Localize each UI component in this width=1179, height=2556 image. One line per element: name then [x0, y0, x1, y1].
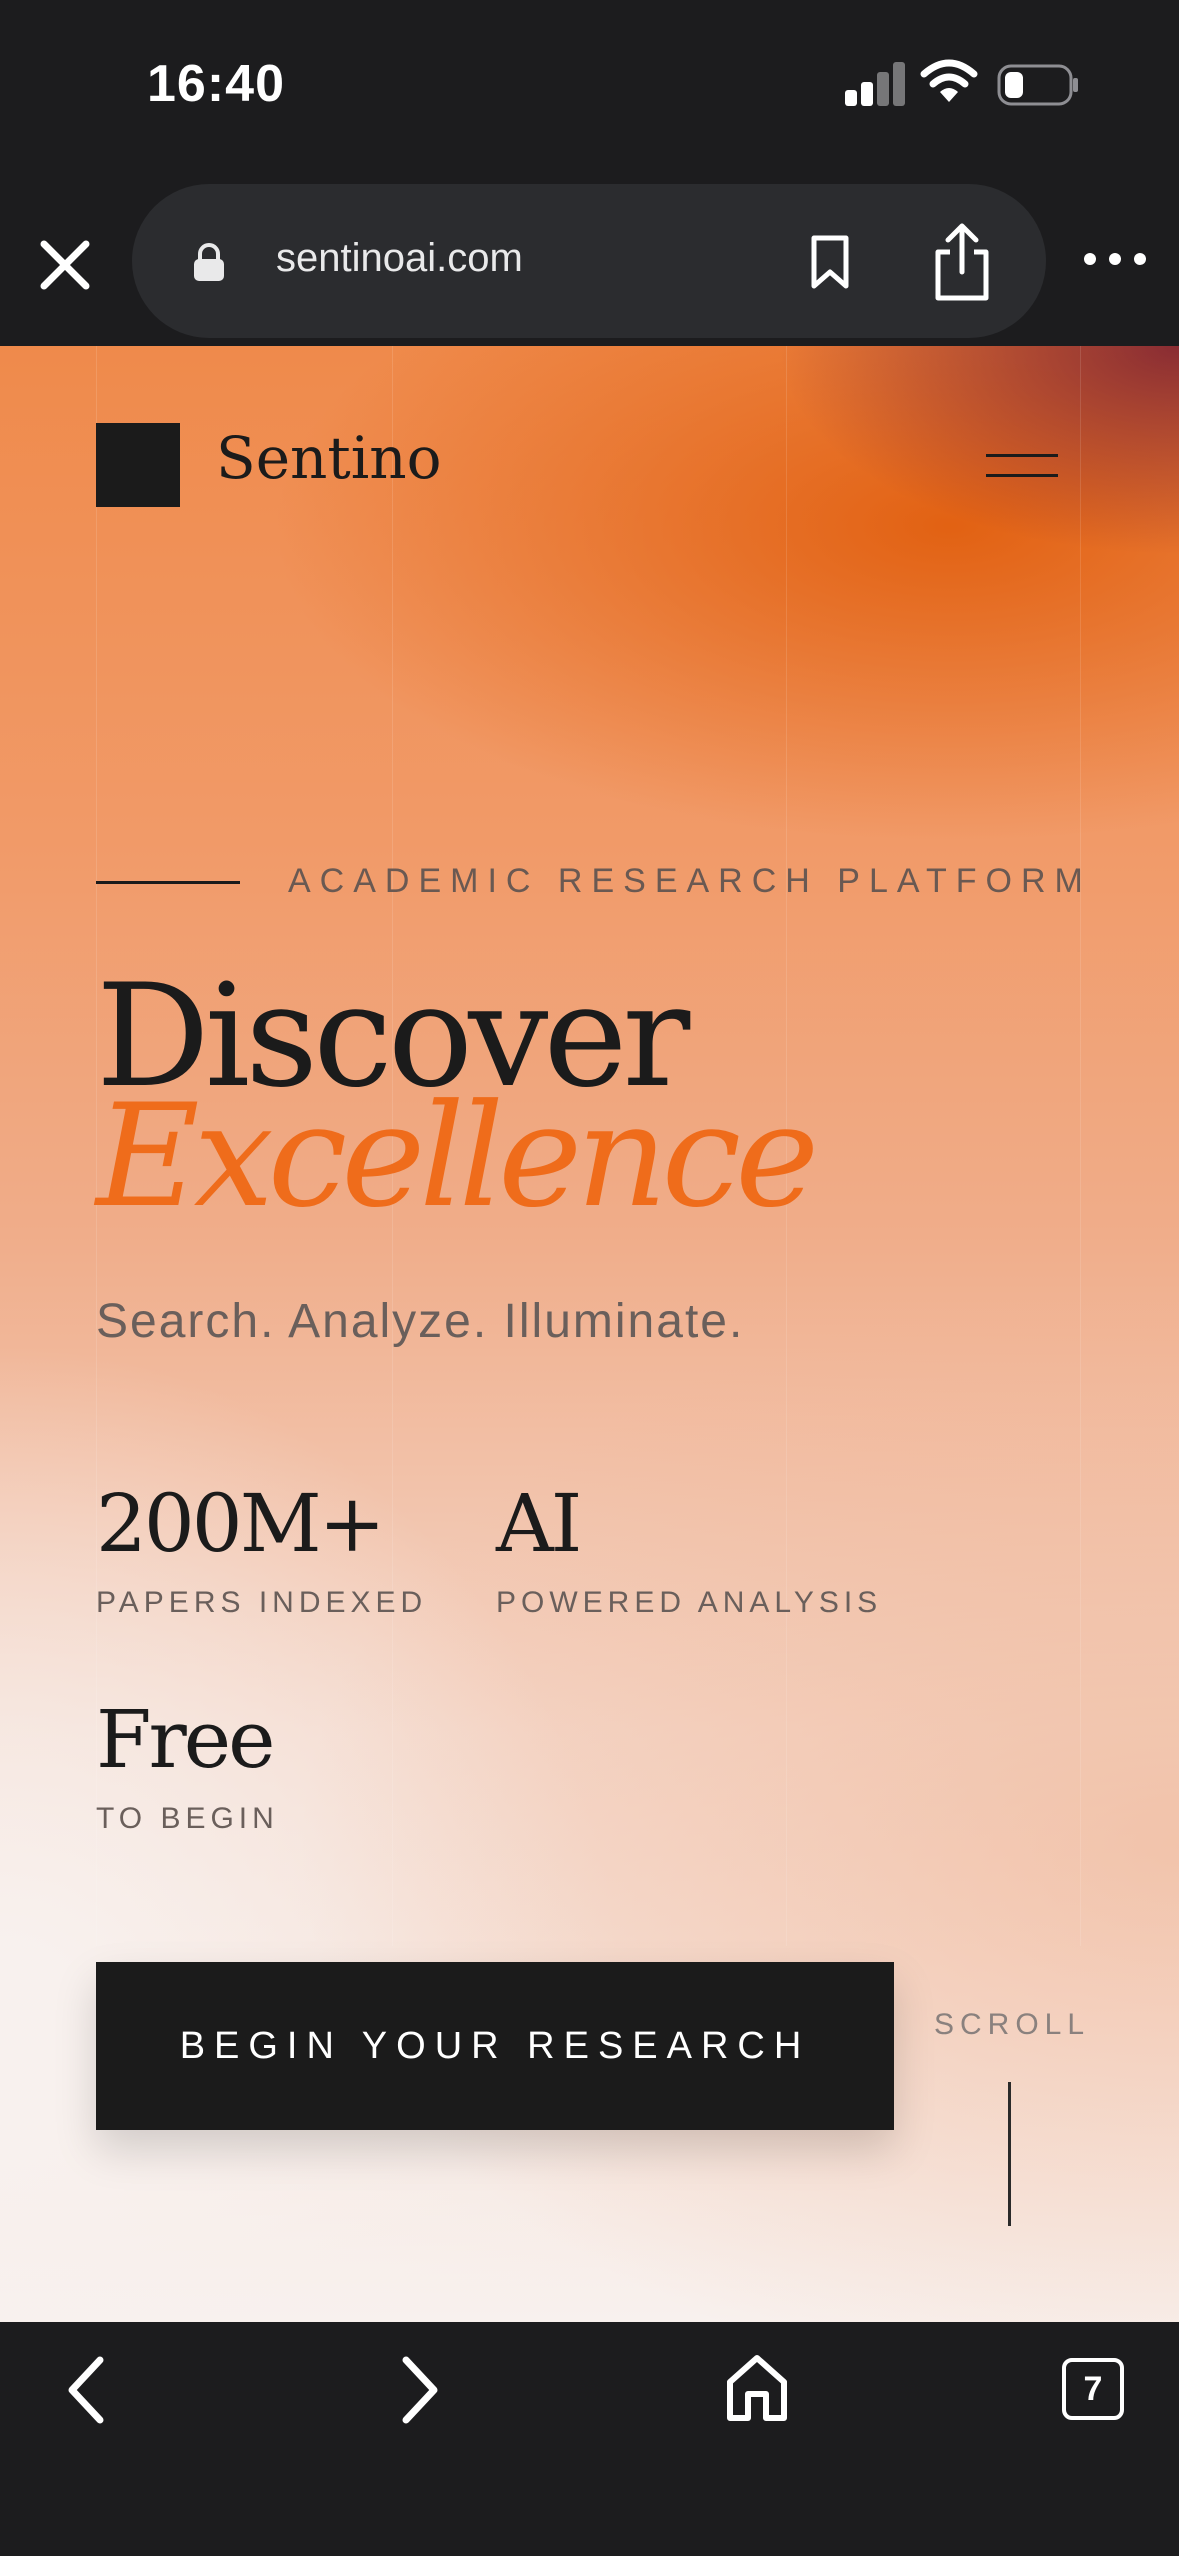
headline-line-2: Excellence	[96, 1074, 819, 1239]
hamburger-menu-icon[interactable]	[986, 450, 1058, 480]
brand-name[interactable]: Sentino	[216, 424, 442, 492]
lock-icon	[194, 243, 224, 281]
back-arrow-icon[interactable]	[56, 2350, 116, 2430]
stat-value-ai: AI	[496, 1477, 582, 1570]
close-icon[interactable]	[30, 230, 100, 300]
address-bar[interactable]	[132, 184, 1046, 338]
wifi-icon	[920, 59, 978, 102]
begin-research-button[interactable]: BEGIN YOUR RESEARCH	[96, 1962, 894, 2130]
stat-label-ai: POWERED ANALYSIS	[496, 1586, 883, 1619]
bottom-toolbar	[0, 2322, 1179, 2556]
scroll-label: SCROLL	[934, 2008, 1091, 2041]
logo-mark[interactable]	[96, 423, 180, 507]
grid-line	[1080, 346, 1081, 1946]
forward-arrow-icon[interactable]	[390, 2350, 450, 2430]
more-icon[interactable]	[1080, 244, 1150, 274]
bookmark-icon[interactable]	[806, 234, 854, 290]
eyebrow-divider	[96, 881, 240, 884]
stat-value-papers: 200M+	[96, 1477, 386, 1570]
share-icon[interactable]	[930, 222, 994, 302]
web-page: Sentino ACADEMIC RESEARCH PLATFORM Disco…	[0, 346, 1179, 2322]
tab-switcher-button[interactable]: 7	[1062, 2358, 1124, 2420]
status-time: 16:40	[147, 55, 285, 113]
signal-icon	[845, 60, 905, 106]
status-bar: 16:40	[0, 0, 1179, 180]
battery-icon	[997, 64, 1078, 106]
home-icon[interactable]	[722, 2348, 792, 2428]
scroll-indicator	[1008, 2082, 1011, 2226]
stat-value-free: Free	[96, 1693, 275, 1786]
tagline: Search. Analyze. Illuminate.	[96, 1295, 745, 1348]
url-text[interactable]: sentinoai.com	[276, 236, 523, 281]
eyebrow-label: ACADEMIC RESEARCH PLATFORM	[288, 862, 1092, 900]
stat-label-free: TO BEGIN	[96, 1802, 279, 1835]
stat-label-papers: PAPERS INDEXED	[96, 1586, 428, 1619]
